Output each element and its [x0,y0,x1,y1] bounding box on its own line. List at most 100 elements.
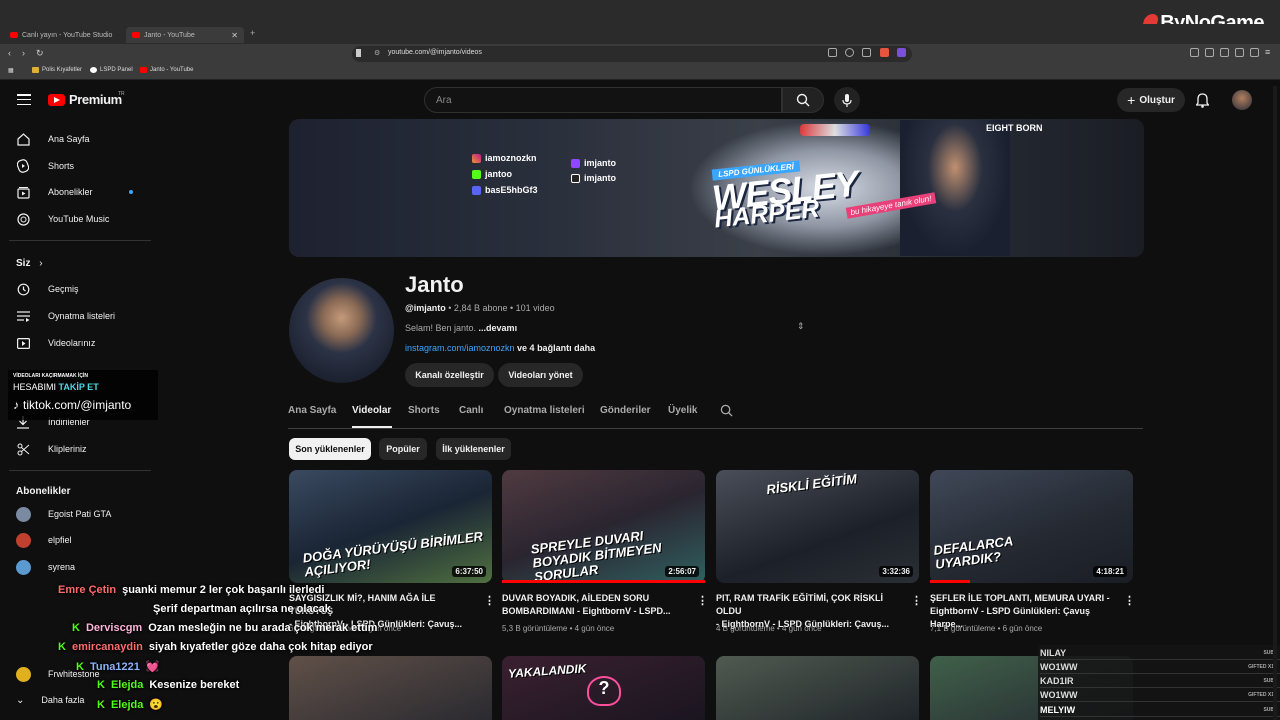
site-info-icon[interactable]: ⚙ [374,49,380,57]
sidebar-item-label: Videolarınız [48,338,96,348]
brave-shield-icon[interactable] [880,48,889,57]
channel-meta: @imjanto • 2,84 B abone • 101 video [405,303,555,313]
channel-name: Janto [405,272,464,297]
youtube-premium-logo[interactable]: Premium [48,92,122,107]
instagram-link[interactable]: instagram.com/iamoznozkn [405,343,515,353]
reload-icon[interactable]: ↻ [36,48,44,59]
search-button[interactable] [782,87,824,113]
shorts-icon [16,159,30,173]
sidebar-item-playlists[interactable]: Oynatma listeleri [16,305,156,327]
channel-search-icon[interactable] [720,404,733,422]
channel-description[interactable]: Selam! Ben janto. ...devamı [405,323,517,333]
social-text: basE5hbGf3 [485,185,538,195]
voice-search-button[interactable] [834,87,860,113]
video-duration: 4:18:21 [1093,566,1127,577]
bookmark-janto[interactable]: Janto - YouTube [140,67,193,73]
chip-oldest[interactable]: İlk yüklenenler [436,438,511,460]
sidebar-item-subscriptions[interactable]: Abonelikler [16,181,156,203]
tab-videos[interactable]: Videolar [352,405,391,416]
description-more[interactable]: ...devamı [479,323,518,333]
more-options-icon[interactable]: ⋮ [1124,594,1135,607]
sidebar-item-clips[interactable]: Klipleriniz [16,438,156,460]
channel-avatar[interactable] [289,278,394,383]
more-options-icon[interactable]: ⋮ [484,594,495,607]
sidebar-item-home[interactable]: Ana Sayfa [16,128,156,150]
page-scrollbar[interactable] [1273,86,1277,720]
customize-channel-button[interactable]: Kanalı özelleştir [405,363,494,387]
search-input[interactable]: Ara [424,87,782,113]
browser-tab-studio[interactable]: Canlı yayın - YouTube Studio [4,27,122,43]
tab-home[interactable]: Ana Sayfa [288,405,336,416]
video-thumbnail[interactable]: SPREYLE DUVARI BOYADIK BİTMEYEN SORULAR … [502,470,705,583]
more-links[interactable]: ve 4 bağlantı daha [515,343,595,353]
video-thumbnail[interactable]: RİSKLİ EĞİTİM 3:32:36 [716,470,919,583]
video-thumbnail[interactable] [716,656,919,720]
chat-message: K Elejda 😮 [97,698,163,711]
new-tab-icon[interactable]: + [250,28,255,38]
sidebar-item-history[interactable]: Geçmiş [16,278,156,300]
bookmark-polis[interactable]: Polis Kıyafetler [32,67,82,73]
notifications-bell-icon[interactable] [1195,93,1210,113]
sidebar-sub-item[interactable]: elpfiel [16,530,156,550]
back-icon[interactable]: ‹ [8,48,11,58]
discord-icon [472,185,481,195]
video-title[interactable]: DUVAR BOYADIK, AİLEDEN SORU BOMBARDIMANI … [502,592,682,618]
tab-shorts[interactable]: Shorts [408,405,440,416]
vpn-icon[interactable] [1235,48,1244,57]
sub-event: NILAY SUB [1040,646,1280,660]
manage-videos-button[interactable]: Videoları yönet [498,363,583,387]
sub-event: KAD1IR SUB [1040,674,1280,688]
chip-popular[interactable]: Popüler [379,438,427,460]
bookmark-lspd[interactable]: LSPD Panel [90,67,133,73]
kick-icon: K [97,699,105,711]
video-thumbnail[interactable]: DEFALARCA UYARDIK? 4:18:21 [930,470,1133,583]
share-icon[interactable] [862,48,871,57]
tab-posts[interactable]: Gönderiler [600,405,651,416]
sidebar-item-shorts[interactable]: Shorts [16,155,156,177]
thumbnail-caption: YAKALANDIK [507,661,587,681]
sidebar-item-youtube-music[interactable]: YouTube Music [16,208,156,230]
channel-links[interactable]: instagram.com/iamoznozkn ve 4 bağlantı d… [405,343,595,353]
sidebar-toggle-icon[interactable] [1205,48,1214,57]
more-options-icon[interactable]: ⋮ [697,594,708,607]
you-label: Siz [16,258,31,269]
wallet-icon[interactable] [1220,48,1229,57]
sidebar-sub-item[interactable]: syrena [16,557,156,577]
tab-live[interactable]: Canlı [459,405,483,416]
zoom-icon[interactable] [845,48,854,57]
sidebar-item-your-videos[interactable]: Videolarınız [16,332,156,354]
video-meta: 4 B görüntüleme • 4 gün önce [716,624,822,633]
download-icon[interactable] [1250,48,1259,57]
forward-icon[interactable]: › [22,48,25,58]
sidebar-you-heading[interactable]: Siz › [16,258,43,269]
banner-social: imjanto [571,158,616,168]
tab-membership[interactable]: Üyelik [668,405,697,416]
hamburger-menu-icon[interactable] [17,94,31,106]
video-thumbnail[interactable]: DOĞA YÜRÜYÜŞÜ BİRİMLER AÇILIYOR! 6:37:50 [289,470,492,583]
create-button[interactable]: + Oluştur [1117,88,1185,112]
cast-icon[interactable] [828,48,837,57]
instagram-icon [472,153,481,163]
browser-tab-janto[interactable]: Janto - YouTube ✕ [126,27,244,43]
close-tab-icon[interactable]: ✕ [231,31,238,40]
video-thumbnail[interactable] [289,656,492,720]
sidebar-divider [9,470,151,471]
rewards-icon[interactable] [897,48,906,57]
video-duration: 6:37:50 [452,566,486,577]
tab-playlists[interactable]: Oynatma listeleri [504,405,585,416]
eightborn-logo: EIGHT BORN [986,123,1043,133]
sub-event: MELYIW SUB [1040,703,1280,717]
bookmark-icon[interactable] [356,49,361,57]
banner-social: basE5hbGf3 [472,185,538,195]
menu-icon[interactable]: ≡ [1265,48,1274,57]
apps-icon[interactable]: ▦ [8,67,14,74]
sidebar-item-label: Klipleriniz [48,444,87,454]
chip-latest[interactable]: Son yüklenenler [289,438,371,460]
extension-icon[interactable] [1190,48,1199,57]
more-options-icon[interactable]: ⋮ [911,594,922,607]
video-thumbnail[interactable]: YAKALANDIK ? [502,656,705,720]
account-avatar[interactable] [1232,90,1252,110]
social-text: jantoo [485,169,512,179]
sidebar-sub-item[interactable]: Egoist Pati GTA [16,504,156,524]
thumbnail-caption: DEFALARCA UYARDIK? [932,533,1014,572]
